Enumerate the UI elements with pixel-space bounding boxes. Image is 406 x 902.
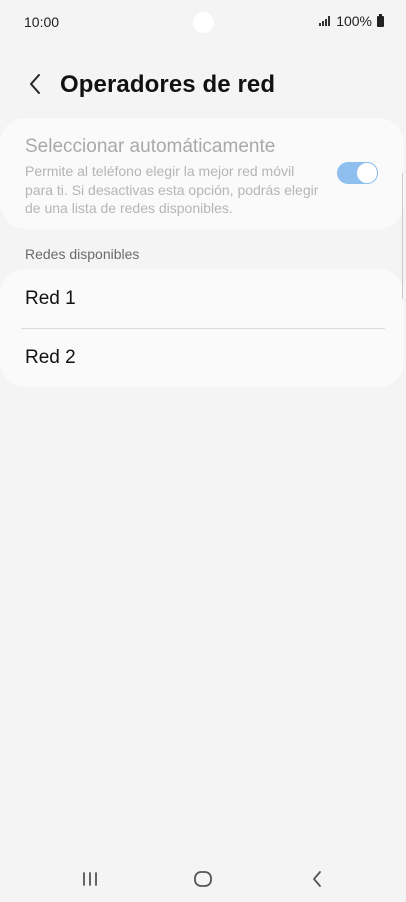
auto-select-description: Permite al teléfono elegir la mejor red … [25, 163, 319, 216]
status-indicators: 100% [319, 13, 384, 29]
nav-back-button[interactable] [297, 866, 337, 892]
toggle-knob [356, 162, 378, 184]
recent-apps-button[interactable] [70, 866, 110, 892]
battery-icon [377, 13, 384, 27]
auto-select-toggle[interactable] [337, 162, 378, 184]
navigation-bar [0, 854, 406, 902]
page-title: Operadores de red [60, 71, 276, 98]
home-icon [194, 871, 212, 887]
back-arrow-icon [30, 74, 40, 94]
app-header: Operadores de red [0, 62, 406, 108]
back-icon [313, 871, 321, 887]
scrollbar[interactable] [402, 172, 406, 300]
recent-apps-icon [83, 872, 97, 886]
status-time: 10:00 [24, 14, 60, 30]
network-item-label: Red 1 [25, 288, 76, 309]
status-bar: 10:00 100% [0, 0, 406, 44]
back-button[interactable] [20, 68, 50, 100]
networks-list: Red 1 Red 2 [0, 269, 404, 387]
battery-percent: 100% [336, 13, 372, 29]
network-item-label: Red 2 [25, 347, 76, 368]
network-item-red-2[interactable]: Red 2 [0, 328, 404, 387]
camera-cutout [193, 12, 214, 33]
network-item-red-1[interactable]: Red 1 [0, 269, 404, 328]
signal-icon [319, 16, 331, 26]
home-button[interactable] [183, 866, 223, 892]
available-networks-label: Redes disponibles [25, 246, 140, 262]
auto-select-title: Seleccionar automáticamente [25, 136, 276, 157]
